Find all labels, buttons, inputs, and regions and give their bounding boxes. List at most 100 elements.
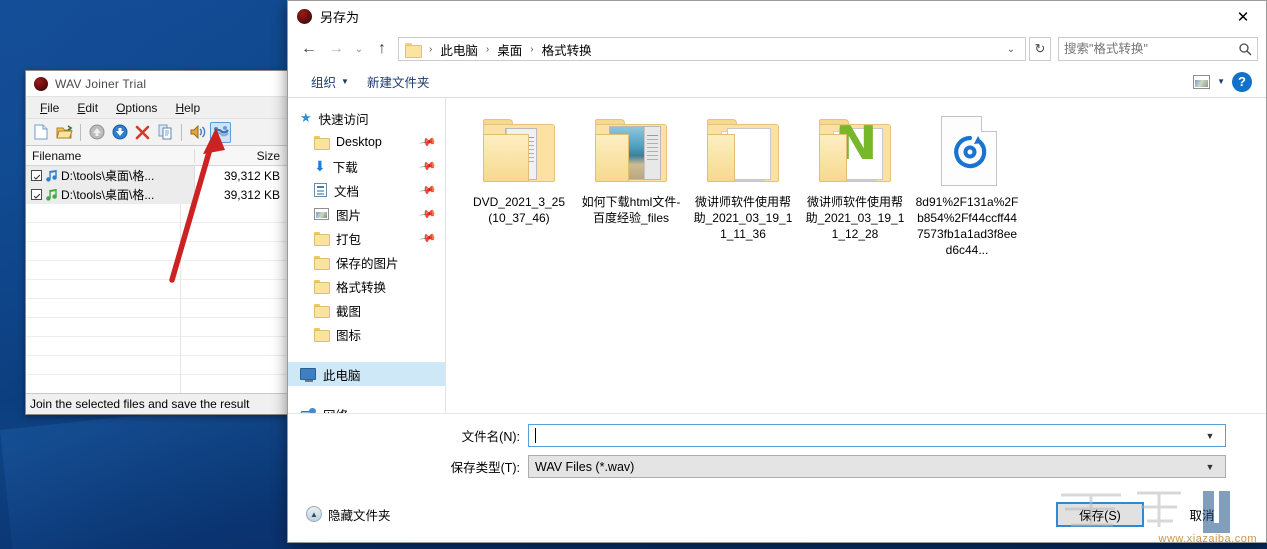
sidebar-item-label: 图片: [336, 208, 362, 223]
sidebar-item-this-pc[interactable]: 此电脑: [288, 362, 445, 386]
watermark-text: www.xiazaiba.com: [1158, 533, 1257, 545]
dialog-titlebar: 另存为 ✕: [288, 1, 1266, 32]
sidebar-item-desktop[interactable]: Desktop 📌: [288, 130, 445, 154]
wav-joiner-titlebar: WAV Joiner Trial: [26, 71, 287, 97]
refresh-icon[interactable]: ↻: [1029, 37, 1051, 61]
sidebar-item-label: 网络: [323, 405, 348, 414]
list-item[interactable]: 微讲师软件使用帮助_2021_03_19_11_11_36: [688, 112, 798, 258]
table-row[interactable]: D:\tools\桌面\格... 39,312 KB: [26, 166, 287, 185]
app-icon: [34, 76, 48, 91]
move-down-icon[interactable]: [109, 122, 130, 143]
organize-label: 组织: [311, 76, 337, 90]
sidebar-item-icons[interactable]: 图标: [288, 322, 445, 346]
music-note-icon: [46, 169, 57, 182]
sidebar-item-quick-access[interactable]: ★ 快速访问: [288, 106, 445, 130]
sidebar-item-screenshots[interactable]: 截图: [288, 298, 445, 322]
sidebar-item-label: 图标: [336, 328, 362, 343]
list-item[interactable]: DVD_2021_3_25 (10_37_46): [464, 112, 574, 258]
sidebar-item-documents[interactable]: 文档 📌: [288, 178, 445, 202]
sidebar-item-label: 文档: [334, 184, 360, 199]
hide-folders-toggle[interactable]: ▲ 隐藏文件夹: [306, 505, 391, 524]
row-checkbox[interactable]: [31, 170, 42, 181]
menu-help[interactable]: Help: [167, 99, 208, 117]
breadcrumb-item-0[interactable]: 此电脑: [437, 38, 481, 61]
sidebar-item-label: 格式转换: [336, 280, 387, 295]
list-item: [26, 318, 287, 337]
list-item[interactable]: 8d91%2F131a%2Fb854%2Ff44ccff447573fb1a1a…: [912, 112, 1022, 258]
filename-input[interactable]: ▼: [528, 424, 1226, 447]
menu-options[interactable]: Options: [108, 99, 165, 117]
help-icon[interactable]: ?: [1232, 71, 1252, 92]
sidebar-item-format-conversion[interactable]: 格式转换: [288, 274, 445, 298]
breadcrumb-item-1[interactable]: 桌面: [494, 38, 525, 61]
recent-locations-icon[interactable]: ⌄: [350, 36, 368, 62]
play-sound-icon[interactable]: [187, 122, 208, 143]
folder-icon: [405, 42, 422, 58]
row-filename-cell[interactable]: D:\tools\桌面\格...: [26, 166, 195, 185]
search-box[interactable]: [1058, 37, 1258, 61]
search-input[interactable]: [1064, 42, 1239, 56]
list-item: [26, 280, 287, 299]
pin-icon[interactable]: 📌: [419, 205, 438, 224]
column-header-filename[interactable]: Filename: [26, 148, 195, 163]
sidebar-item-downloads[interactable]: ⬇ 下载 📌: [288, 154, 445, 178]
menu-file[interactable]: File: [32, 99, 67, 117]
move-up-icon[interactable]: [86, 122, 107, 143]
status-text: Join the selected files and save the res…: [30, 397, 250, 411]
pin-icon[interactable]: 📌: [419, 157, 438, 176]
row-filename-text: D:\tools\桌面\格...: [61, 188, 155, 202]
dialog-title: 另存为: [320, 10, 360, 25]
sidebar-item-dabao[interactable]: 打包 📌: [288, 226, 445, 250]
pin-icon[interactable]: 📌: [419, 181, 438, 200]
folder-with-green-n-icon: N: [813, 112, 897, 188]
delete-icon[interactable]: [132, 122, 153, 143]
pin-icon[interactable]: 📌: [419, 229, 438, 248]
breadcrumb[interactable]: › 此电脑 › 桌面 › 格式转换 ⌄: [398, 37, 1026, 61]
pin-icon[interactable]: 📌: [419, 133, 438, 152]
chevron-down-icon[interactable]: ▼: [1201, 431, 1219, 441]
sidebar-item-pictures[interactable]: 图片 📌: [288, 202, 445, 226]
filetype-select[interactable]: WAV Files (*.wav) ▼: [528, 455, 1226, 478]
network-icon: [300, 407, 316, 413]
chevron-up-circle-icon: ▲: [306, 506, 322, 522]
navigation-bar: ← → ⌄ ↑ › 此电脑 › 桌面 › 格式转换 ⌄ ↻: [288, 32, 1266, 66]
list-item[interactable]: N 微讲师软件使用帮助_2021_03_19_11_12_28: [800, 112, 910, 258]
forward-icon[interactable]: →: [323, 36, 349, 62]
cancel-button[interactable]: 取消: [1158, 502, 1246, 527]
join-and-save-icon[interactable]: [210, 121, 231, 143]
column-header-size[interactable]: Size: [195, 149, 287, 163]
back-icon[interactable]: ←: [296, 36, 322, 62]
download-icon: ⬇: [314, 158, 326, 174]
row-filename-text: D:\tools\桌面\格...: [61, 169, 155, 183]
copy-icon[interactable]: [155, 122, 176, 143]
sidebar-item-saved-pictures[interactable]: 保存的图片: [288, 250, 445, 274]
list-item[interactable]: 如何下载html文件-百度经验_files: [576, 112, 686, 258]
chevron-down-icon[interactable]: ▼: [1201, 462, 1219, 472]
sidebar-item-label: 保存的图片: [336, 256, 399, 271]
status-bar: Join the selected files and save the res…: [26, 393, 287, 414]
breadcrumb-separator: ›: [485, 43, 490, 55]
column-divider: [180, 318, 181, 337]
menu-edit[interactable]: Edit: [69, 99, 106, 117]
open-folder-icon[interactable]: [54, 122, 75, 143]
up-icon[interactable]: ↑: [369, 36, 395, 62]
save-button[interactable]: 保存(S): [1056, 501, 1144, 527]
row-checkbox[interactable]: [31, 189, 42, 200]
list-item: [26, 337, 287, 356]
list-item: [26, 223, 287, 242]
organize-button[interactable]: 组织 ▼: [302, 68, 358, 95]
new-folder-button[interactable]: 新建文件夹: [358, 68, 439, 95]
filename-label: 文件名(N):: [461, 430, 520, 444]
breadcrumb-item-2[interactable]: 格式转换: [539, 38, 595, 61]
sidebar-item-network[interactable]: 网络: [288, 402, 445, 413]
sidebar-item-label: 截图: [336, 304, 362, 319]
chevron-down-icon[interactable]: ▼: [1217, 77, 1225, 86]
row-filename-cell[interactable]: D:\tools\桌面\格...: [26, 185, 195, 204]
menu-options-accel: O: [116, 100, 126, 115]
folder-with-papers-white-icon: [701, 112, 785, 188]
chevron-down-icon[interactable]: ⌄: [1001, 44, 1021, 55]
new-file-icon[interactable]: [31, 122, 52, 143]
table-row[interactable]: D:\tools\桌面\格... 39,312 KB: [26, 185, 287, 204]
view-mode-icon[interactable]: [1193, 74, 1211, 89]
close-icon[interactable]: ✕: [1220, 1, 1266, 32]
